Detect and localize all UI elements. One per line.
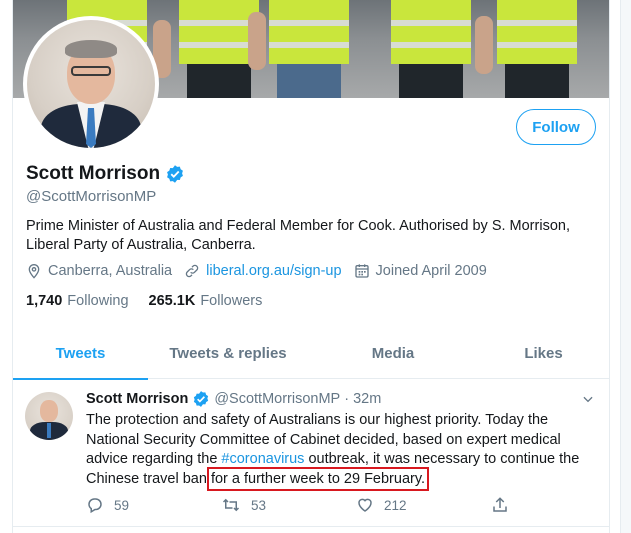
- like-icon: [358, 498, 372, 512]
- verified-icon: [167, 165, 183, 183]
- retweet-button[interactable]: 53: [221, 496, 356, 514]
- profile-joined: Joined April 2009: [354, 263, 487, 279]
- profile-counts: 1,740 Following 265.1K Followers: [26, 293, 282, 309]
- following-count[interactable]: 1,740 Following: [26, 293, 129, 309]
- link-icon: [185, 264, 199, 278]
- reply-button[interactable]: 59: [86, 496, 221, 514]
- profile-name-row: Scott Morrison: [26, 163, 185, 185]
- tweet-avatar[interactable]: [25, 392, 73, 440]
- tab-tweets[interactable]: Tweets: [13, 327, 148, 380]
- like-button[interactable]: 212: [356, 496, 491, 514]
- followers-count[interactable]: 265.1K Followers: [149, 293, 263, 309]
- tweet[interactable]: Scott Morrison @ScottMorrisonMP · 32m Th…: [13, 380, 609, 527]
- page-edge: [620, 0, 631, 533]
- reply-count: 59: [114, 497, 130, 513]
- tab-tweets-replies[interactable]: Tweets & replies: [148, 327, 308, 379]
- profile-page: Follow Scott Morrison @ScottMorrisonMP P…: [12, 0, 610, 533]
- tweet-separator: ·: [344, 391, 350, 407]
- highlighted-text: for a further week to 29 February.: [206, 466, 430, 491]
- tweet-actions: 59 53 212: [86, 496, 626, 514]
- website-link[interactable]: liberal.org.au/sign-up: [206, 263, 341, 279]
- hashtag-link[interactable]: #coronavirus: [221, 451, 304, 467]
- location-text: Canberra, Australia: [48, 263, 173, 279]
- profile-meta: Canberra, Australia liberal.org.au/sign-…: [26, 263, 499, 279]
- retweet-icon: [222, 498, 240, 512]
- profile-website[interactable]: liberal.org.au/sign-up: [184, 263, 342, 279]
- tweet-author-handle[interactable]: @ScottMorrisonMP: [214, 391, 340, 407]
- joined-text: Joined April 2009: [375, 263, 487, 279]
- profile-name: Scott Morrison: [26, 163, 161, 184]
- verified-icon: [194, 391, 209, 407]
- tweet-text: The protection and safety of Australians…: [86, 411, 601, 491]
- tweet-author-name[interactable]: Scott Morrison: [86, 391, 188, 407]
- tab-media[interactable]: Media: [308, 327, 478, 379]
- profile-handle: @ScottMorrisonMP: [26, 188, 157, 205]
- profile-bio: Prime Minister of Australia and Federal …: [26, 218, 570, 253]
- profile-avatar[interactable]: [23, 16, 159, 152]
- profile-location: Canberra, Australia: [26, 263, 172, 279]
- banner-figure: [263, 0, 355, 98]
- tweet-header: Scott Morrison @ScottMorrisonMP · 32m: [86, 390, 381, 408]
- retweet-count: 53: [251, 497, 267, 513]
- share-icon: [493, 497, 507, 512]
- location-icon: [28, 264, 40, 279]
- tweet-timestamp[interactable]: 32m: [353, 391, 381, 407]
- like-count: 212: [384, 497, 407, 513]
- banner-figure: [491, 0, 583, 98]
- chevron-down-icon[interactable]: [581, 392, 595, 406]
- profile-tabs: Tweets Tweets & replies Media Likes: [13, 327, 609, 380]
- follow-button[interactable]: Follow: [516, 109, 596, 145]
- calendar-icon: [354, 264, 369, 278]
- banner-figure: [385, 0, 477, 98]
- share-button[interactable]: [491, 496, 626, 514]
- reply-icon: [88, 498, 102, 514]
- tab-likes[interactable]: Likes: [478, 327, 609, 379]
